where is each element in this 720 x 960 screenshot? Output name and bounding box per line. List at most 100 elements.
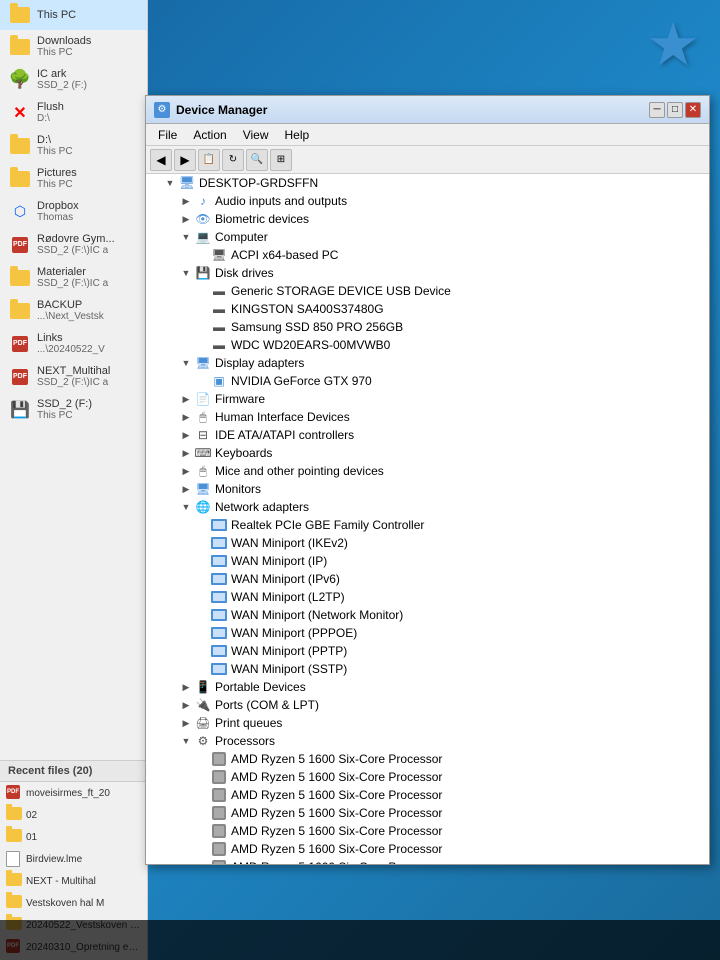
device-manager-tree[interactable]: ▼ 🖥 DESKTOP-GRDSFFN ▶ ♪ Audio inputs and… xyxy=(146,174,709,864)
tree-computer[interactable]: ▼ 💻 Computer xyxy=(146,228,709,246)
hid-expander[interactable]: ▶ xyxy=(178,409,194,425)
tree-cpu-2[interactable]: AMD Ryzen 5 1600 Six-Core Processor xyxy=(146,786,709,804)
computer-icon: 💻 xyxy=(194,229,212,245)
print-expander[interactable]: ▶ xyxy=(178,715,194,731)
tree-keyboards[interactable]: ▶ ⌨ Keyboards xyxy=(146,444,709,462)
tree-wan-pptp[interactable]: WAN Miniport (PPTP) xyxy=(146,642,709,660)
tree-ports[interactable]: ▶ 🔌 Ports (COM & LPT) xyxy=(146,696,709,714)
root-expander[interactable]: ▼ xyxy=(162,175,178,191)
keyboards-expander[interactable]: ▶ xyxy=(178,445,194,461)
device-manager-toolbar: ◀ ▶ 📋 ↻ 🔍 ⊞ xyxy=(146,146,709,174)
toolbar-scan[interactable]: 🔍 xyxy=(246,149,268,171)
tree-disk-2[interactable]: ▬ Samsung SSD 850 PRO 256GB xyxy=(146,318,709,336)
menu-help[interactable]: Help xyxy=(277,126,318,144)
firmware-expander[interactable]: ▶ xyxy=(178,391,194,407)
menu-action[interactable]: Action xyxy=(185,126,234,144)
tree-root[interactable]: ▼ 🖥 DESKTOP-GRDSFFN xyxy=(146,174,709,192)
tree-cpu-5[interactable]: AMD Ryzen 5 1600 Six-Core Processor xyxy=(146,840,709,858)
tree-ide[interactable]: ▶ ⊟ IDE ATA/ATAPI controllers xyxy=(146,426,709,444)
tree-print[interactable]: ▶ 🖨 Print queues xyxy=(146,714,709,732)
network-expander[interactable]: ▼ xyxy=(178,499,194,515)
mice-expander[interactable]: ▶ xyxy=(178,463,194,479)
fe-item-links[interactable]: PDF Links ...\20240522_V xyxy=(0,327,147,360)
tree-wan-ikev2[interactable]: WAN Miniport (IKEv2) xyxy=(146,534,709,552)
toolbar-back[interactable]: ◀ xyxy=(150,149,172,171)
tree-cpu-0[interactable]: AMD Ryzen 5 1600 Six-Core Processor xyxy=(146,750,709,768)
fe-item-pictures[interactable]: Pictures This PC xyxy=(0,162,147,195)
tree-realtek[interactable]: Realtek PCIe GBE Family Controller xyxy=(146,516,709,534)
fe-item-backup[interactable]: BACKUP ...\Next_Vestsk xyxy=(0,294,147,327)
tree-biometric[interactable]: ▶ 👁 Biometric devices xyxy=(146,210,709,228)
tree-audio[interactable]: ▶ ♪ Audio inputs and outputs xyxy=(146,192,709,210)
tree-wan-ipv6[interactable]: WAN Miniport (IPv6) xyxy=(146,570,709,588)
recent-item-2[interactable]: 01 xyxy=(0,826,147,848)
recent-item-4[interactable]: NEXT - Multihal xyxy=(0,870,147,892)
maximize-button[interactable]: □ xyxy=(667,102,683,118)
tree-wan-pppoe[interactable]: WAN Miniport (PPPOE) xyxy=(146,624,709,642)
backup-icon xyxy=(8,301,32,321)
fe-item-dropbox[interactable]: ⬡ Dropbox Thomas xyxy=(0,195,147,228)
tree-portable[interactable]: ▶ 📱 Portable Devices xyxy=(146,678,709,696)
root-label: DESKTOP-GRDSFFN xyxy=(199,176,318,190)
minimize-button[interactable]: ─ xyxy=(649,102,665,118)
recent-item-3[interactable]: Birdview.lme xyxy=(0,848,147,870)
monitors-expander[interactable]: ▶ xyxy=(178,481,194,497)
computer-expander[interactable]: ▼ xyxy=(178,229,194,245)
close-button[interactable]: ✕ xyxy=(685,102,701,118)
tree-acpi[interactable]: 🖥 ACPI x64-based PC xyxy=(146,246,709,264)
tree-disk-1[interactable]: ▬ KINGSTON SA400S37480G xyxy=(146,300,709,318)
menu-view[interactable]: View xyxy=(235,126,277,144)
toolbar-forward[interactable]: ▶ xyxy=(174,149,196,171)
processors-expander[interactable]: ▼ xyxy=(178,733,194,749)
dropbox-icon: ⬡ xyxy=(8,202,32,222)
tree-disk-0[interactable]: ▬ Generic STORAGE DEVICE USB Device xyxy=(146,282,709,300)
recent-label-1: 02 xyxy=(26,810,37,821)
tree-wan-sstp[interactable]: WAN Miniport (SSTP) xyxy=(146,660,709,678)
tree-monitors[interactable]: ▶ 🖥 Monitors xyxy=(146,480,709,498)
tree-disk-3[interactable]: ▬ WDC WD20EARS-00MVWB0 xyxy=(146,336,709,354)
fe-item-d-drive[interactable]: D:\ This PC xyxy=(0,129,147,162)
tree-wan-l2tp[interactable]: WAN Miniport (L2TP) xyxy=(146,588,709,606)
recent-item-1[interactable]: 02 xyxy=(0,804,147,826)
tree-nvidia[interactable]: ▣ NVIDIA GeForce GTX 970 xyxy=(146,372,709,390)
next-multihal-icon: PDF xyxy=(8,367,32,387)
tree-processors[interactable]: ▼ ⚙ Processors xyxy=(146,732,709,750)
tree-firmware[interactable]: ▶ 📄 Firmware xyxy=(146,390,709,408)
tree-hid[interactable]: ▶ 🖱 Human Interface Devices xyxy=(146,408,709,426)
recent-item-5[interactable]: Vestskoven hal M xyxy=(0,892,147,914)
ide-expander[interactable]: ▶ xyxy=(178,427,194,443)
menu-file[interactable]: File xyxy=(150,126,185,144)
tree-cpu-6[interactable]: AMD Ryzen 5 1600 Six-Core Processor xyxy=(146,858,709,864)
display-expander[interactable]: ▼ xyxy=(178,355,194,371)
toolbar-refresh[interactable]: ↻ xyxy=(222,149,244,171)
fe-item-ssd2[interactable]: 💾 SSD_2 (F:) This PC xyxy=(0,393,147,426)
fe-item-rodov[interactable]: PDF Rødovre Gym... SSD_2 (F:\)IC a xyxy=(0,228,147,261)
toolbar-extra[interactable]: ⊞ xyxy=(270,149,292,171)
realtek-label: Realtek PCIe GBE Family Controller xyxy=(231,518,424,532)
fe-item-icark[interactable]: 🌳 IC ark SSD_2 (F:) xyxy=(0,63,147,96)
fe-item-flush[interactable]: ✕ Flush D:\ xyxy=(0,96,147,129)
tree-cpu-1[interactable]: AMD Ryzen 5 1600 Six-Core Processor xyxy=(146,768,709,786)
nvidia-label: NVIDIA GeForce GTX 970 xyxy=(231,374,372,388)
tree-display[interactable]: ▼ 🖥 Display adapters xyxy=(146,354,709,372)
fe-item-materialer[interactable]: Materialer SSD_2 (F:\)IC a xyxy=(0,261,147,294)
tree-cpu-3[interactable]: AMD Ryzen 5 1600 Six-Core Processor xyxy=(146,804,709,822)
wan-ip-icon xyxy=(210,553,228,569)
portable-expander[interactable]: ▶ xyxy=(178,679,194,695)
tree-wan-ip[interactable]: WAN Miniport (IP) xyxy=(146,552,709,570)
disk-expander[interactable]: ▼ xyxy=(178,265,194,281)
audio-expander[interactable]: ▶ xyxy=(178,193,194,209)
fe-item-next-multihal[interactable]: PDF NEXT_Multihal SSD_2 (F:\)IC a xyxy=(0,360,147,393)
fe-item-thispc-top[interactable]: This PC xyxy=(0,0,147,30)
ports-expander[interactable]: ▶ xyxy=(178,697,194,713)
tree-wan-netmon[interactable]: WAN Miniport (Network Monitor) xyxy=(146,606,709,624)
biometric-expander[interactable]: ▶ xyxy=(178,211,194,227)
recent-item-0[interactable]: PDF moveisirmes_ft_20 xyxy=(0,782,147,804)
thispc-icon xyxy=(8,5,32,25)
tree-cpu-4[interactable]: AMD Ryzen 5 1600 Six-Core Processor xyxy=(146,822,709,840)
fe-item-downloads[interactable]: Downloads This PC xyxy=(0,30,147,63)
toolbar-properties[interactable]: 📋 xyxy=(198,149,220,171)
tree-disk[interactable]: ▼ 💾 Disk drives xyxy=(146,264,709,282)
tree-network[interactable]: ▼ 🌐 Network adapters xyxy=(146,498,709,516)
tree-mice[interactable]: ▶ 🖱 Mice and other pointing devices xyxy=(146,462,709,480)
